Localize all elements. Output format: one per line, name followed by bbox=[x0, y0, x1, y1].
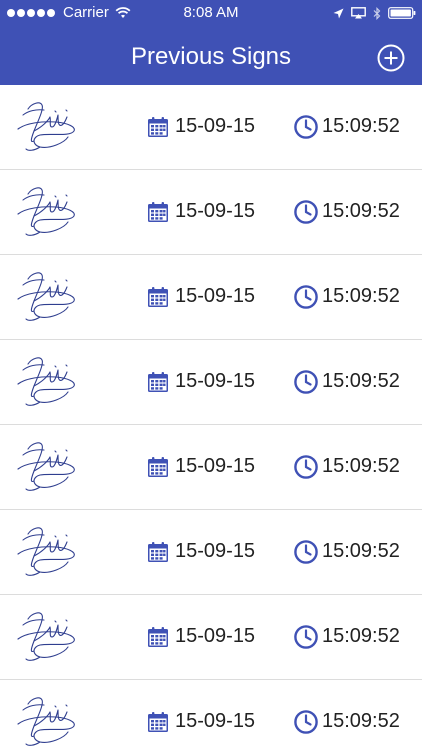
sign-date: 15-09-15 bbox=[175, 200, 256, 222]
calendar-icon bbox=[148, 202, 168, 222]
sign-time: 15:09:52 bbox=[322, 370, 400, 392]
signs-list: 15-09-15 15:09:52 15-09-15 15:09:52 15-0… bbox=[0, 85, 422, 750]
signature-thumbnail bbox=[17, 612, 75, 661]
bluetooth-icon bbox=[373, 6, 381, 20]
status-bar: Carrier 8:08 AM bbox=[0, 0, 422, 26]
signature-thumbnail bbox=[17, 187, 75, 236]
clock-icon bbox=[294, 455, 318, 479]
calendar-icon bbox=[148, 627, 168, 647]
sign-row[interactable]: 15-09-15 15:09:52 bbox=[0, 680, 422, 750]
sign-date: 15-09-15 bbox=[175, 370, 256, 392]
calendar-icon bbox=[148, 117, 168, 137]
signature-thumbnail bbox=[17, 272, 75, 321]
sign-date: 15-09-15 bbox=[175, 710, 256, 732]
sign-date: 15-09-15 bbox=[175, 455, 256, 477]
sign-row[interactable]: 15-09-15 15:09:52 bbox=[0, 85, 422, 170]
clock-icon bbox=[294, 625, 318, 649]
signature-thumbnail bbox=[17, 442, 75, 491]
sign-row[interactable]: 15-09-15 15:09:52 bbox=[0, 595, 422, 680]
calendar-icon bbox=[148, 542, 168, 562]
calendar-icon bbox=[148, 457, 168, 477]
sign-time: 15:09:52 bbox=[322, 625, 400, 647]
airplay-icon bbox=[351, 7, 366, 19]
sign-date: 15-09-15 bbox=[175, 540, 256, 562]
sign-row[interactable]: 15-09-15 15:09:52 bbox=[0, 170, 422, 255]
signature-thumbnail bbox=[17, 697, 75, 746]
sign-date: 15-09-15 bbox=[175, 625, 256, 647]
add-sign-button[interactable] bbox=[377, 44, 405, 72]
battery-icon bbox=[388, 7, 416, 19]
page-title: Previous Signs bbox=[130, 43, 292, 70]
navigation-bar: Carrier 8:08 AM Previous Signs bbox=[0, 0, 422, 85]
clock-icon bbox=[294, 200, 318, 224]
calendar-icon bbox=[148, 287, 168, 307]
sign-row[interactable]: 15-09-15 15:09:52 bbox=[0, 255, 422, 340]
sign-time: 15:09:52 bbox=[322, 285, 400, 307]
sign-date: 15-09-15 bbox=[175, 115, 256, 137]
app-screen: Carrier 8:08 AM Previous Signs 15-09-15 … bbox=[0, 0, 422, 750]
status-right bbox=[326, 0, 416, 26]
clock-icon bbox=[294, 540, 318, 564]
signature-thumbnail bbox=[17, 527, 75, 576]
clock-icon bbox=[294, 285, 318, 309]
location-arrow-icon bbox=[333, 8, 344, 18]
sign-row[interactable]: 15-09-15 15:09:52 bbox=[0, 510, 422, 595]
calendar-icon bbox=[148, 372, 168, 392]
signature-thumbnail bbox=[17, 357, 75, 406]
clock-icon bbox=[294, 370, 318, 394]
sign-time: 15:09:52 bbox=[322, 710, 400, 732]
signature-thumbnail bbox=[17, 102, 75, 151]
calendar-icon bbox=[148, 712, 168, 732]
sign-time: 15:09:52 bbox=[322, 115, 400, 137]
sign-row[interactable]: 15-09-15 15:09:52 bbox=[0, 340, 422, 425]
clock-icon bbox=[294, 115, 318, 139]
sign-date: 15-09-15 bbox=[175, 285, 256, 307]
sign-time: 15:09:52 bbox=[322, 540, 400, 562]
sign-row[interactable]: 15-09-15 15:09:52 bbox=[0, 425, 422, 510]
sign-time: 15:09:52 bbox=[322, 200, 400, 222]
sign-time: 15:09:52 bbox=[322, 455, 400, 477]
clock-icon bbox=[294, 710, 318, 734]
